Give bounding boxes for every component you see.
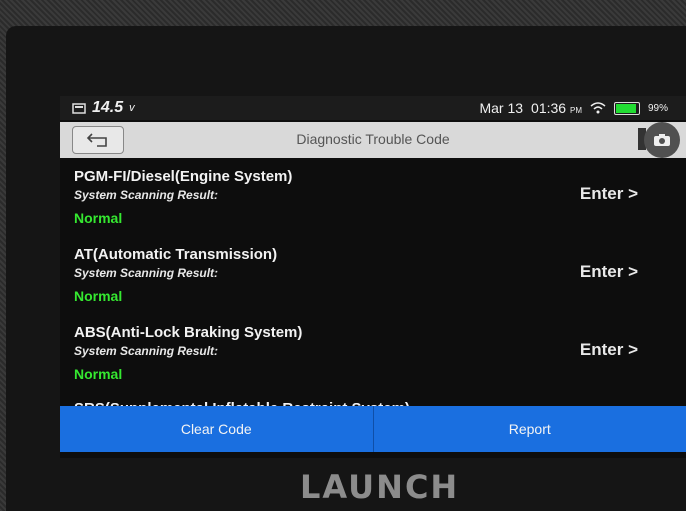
- scan-result-label: System Scanning Result:: [74, 266, 219, 280]
- wifi-icon: [590, 102, 606, 114]
- list-item[interactable]: PGM-FI/Diesel(Engine System) System Scan…: [60, 164, 686, 242]
- enter-button[interactable]: Enter >: [580, 340, 638, 360]
- status-time-suffix: PM: [569, 106, 582, 115]
- clear-code-button[interactable]: Clear Code: [60, 406, 374, 452]
- system-name: ABS(Anti-Lock Braking System): [74, 324, 303, 341]
- scan-result-label: System Scanning Result:: [74, 344, 219, 358]
- voltage-unit: v: [129, 102, 135, 114]
- scan-result-status: Normal: [74, 366, 123, 382]
- enter-button[interactable]: Enter >: [580, 262, 638, 282]
- list-item[interactable]: ABS(Anti-Lock Braking System) System Sca…: [60, 320, 686, 398]
- title-bar: Diagnostic Trouble Code: [60, 122, 686, 158]
- status-time: 01:36 PM: [531, 100, 582, 116]
- camera-icon: [654, 134, 670, 146]
- page-title: Diagnostic Trouble Code: [296, 131, 450, 147]
- enter-button[interactable]: Enter >: [580, 184, 638, 204]
- vci-icon: [72, 103, 86, 114]
- system-name: AT(Automatic Transmission): [74, 246, 278, 263]
- scan-result-status: Normal: [74, 288, 123, 304]
- report-button[interactable]: Report: [373, 406, 686, 452]
- battery-voltage: 14.5: [92, 99, 124, 116]
- system-name: PGM-FI/Diesel(Engine System): [74, 168, 293, 185]
- list-item[interactable]: AT(Automatic Transmission) System Scanni…: [60, 242, 686, 320]
- device-brand-logo: LAUNCH: [300, 468, 460, 506]
- status-bar: 14.5 v Mar 13 01:36 PM 99%: [60, 96, 686, 120]
- screenshot-camera-button[interactable]: [644, 122, 680, 158]
- status-date: Mar 13: [479, 100, 524, 116]
- scan-result-status: Normal: [74, 210, 123, 226]
- bottom-action-bar: Clear Code Report: [60, 406, 686, 452]
- battery-percent: 99%: [647, 102, 668, 114]
- scan-result-label: System Scanning Result:: [74, 188, 219, 202]
- battery-icon: [613, 101, 640, 115]
- status-time-value: 01:36: [531, 100, 567, 116]
- screen: 14.5 v Mar 13 01:36 PM 99% Diagnostic Tr…: [60, 96, 686, 458]
